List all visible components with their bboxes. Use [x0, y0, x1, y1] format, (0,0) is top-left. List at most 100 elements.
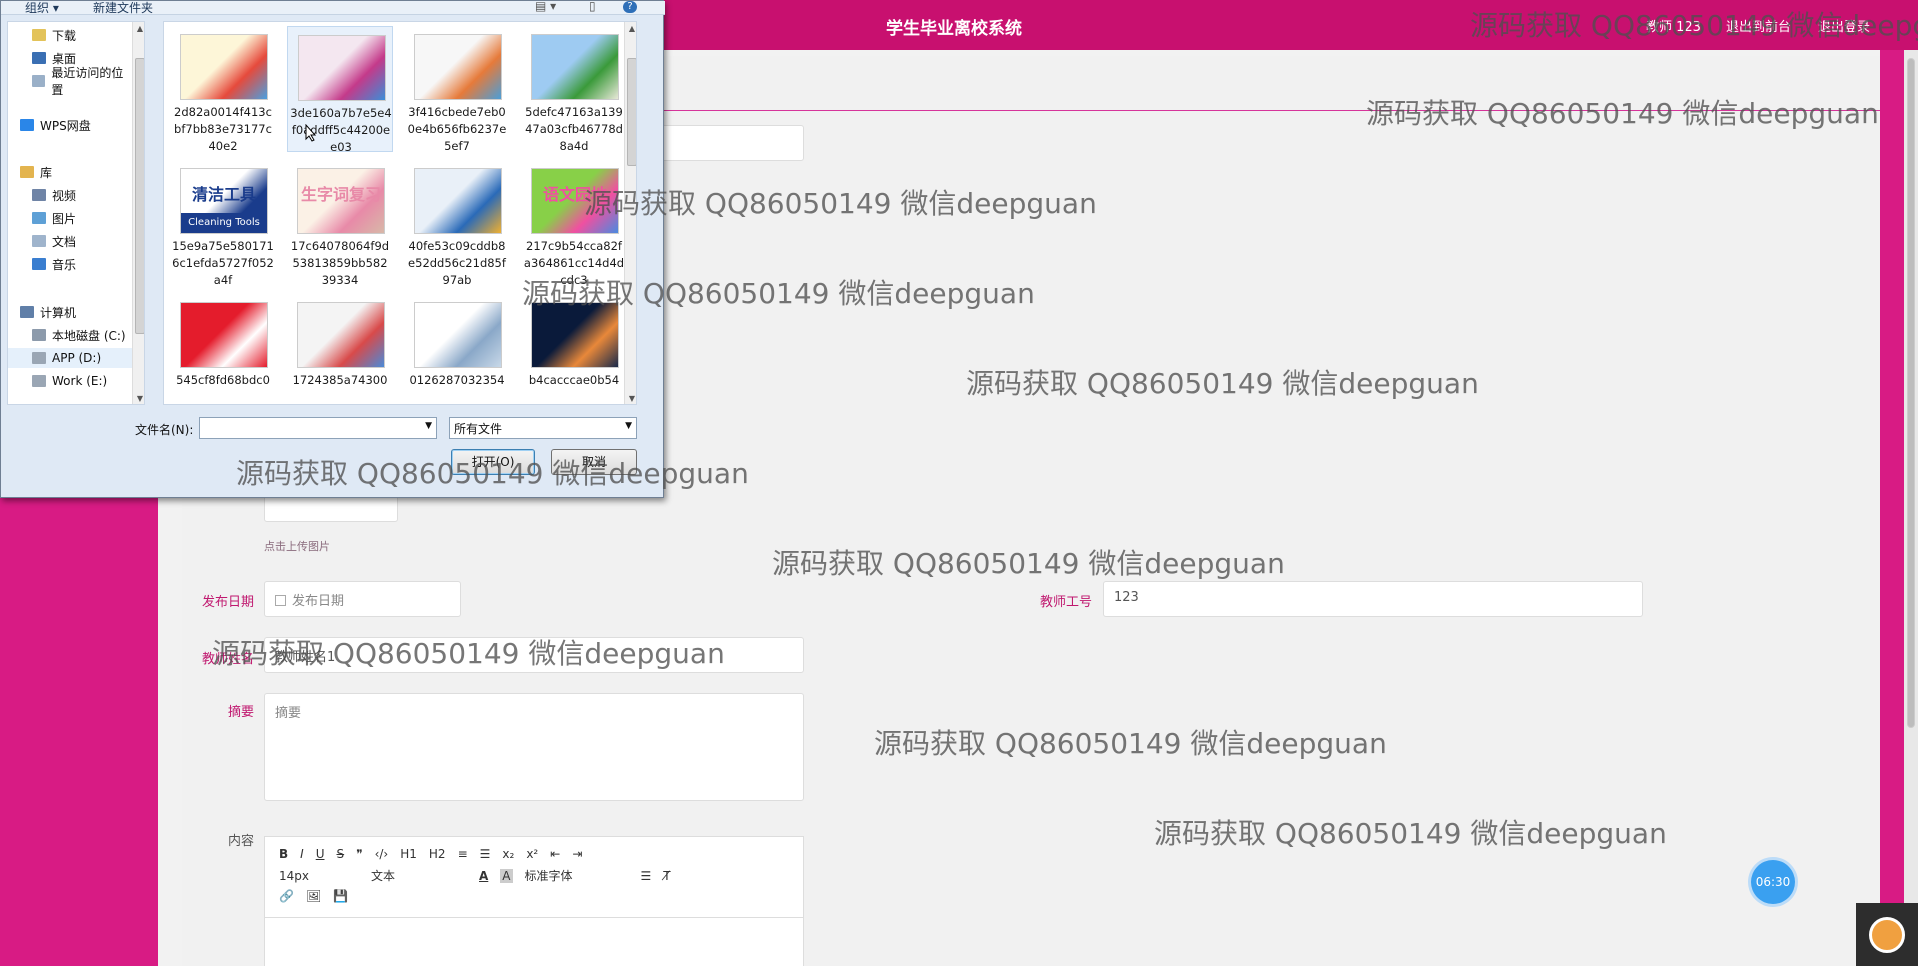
teacher-id-input[interactable]: 123 — [1103, 581, 1643, 617]
file-item[interactable]: 生字词复习 17c64078064f9d53813859bb58239334 — [287, 160, 393, 287]
view-options-icon[interactable]: ▤ ▾ — [535, 0, 556, 13]
filename-input[interactable]: ▼ — [199, 417, 437, 439]
bold-button[interactable]: B — [279, 847, 288, 861]
nav-item-label: 图片 — [52, 211, 77, 226]
nav-item-label: 最近访问的位置 — [51, 66, 124, 97]
block-type-select[interactable]: 文本 — [371, 867, 467, 884]
scroll-down-arrow[interactable]: ▼ — [133, 394, 144, 403]
nav-folder-icon — [20, 306, 34, 318]
image-icon[interactable]: 🖼 — [306, 889, 321, 903]
filetype-select[interactable]: 所有文件 ▼ — [449, 417, 637, 439]
help-icon[interactable]: ? — [623, 1, 637, 13]
filetype-dropdown-arrow[interactable]: ▼ — [625, 421, 632, 431]
nav-item-label: 本地磁盘 (C:) — [52, 328, 126, 343]
link-icon[interactable]: 🔗 — [279, 889, 294, 903]
scroll-up-arrow[interactable]: ▲ — [133, 24, 144, 33]
file-item[interactable]: 语文园地 217c9b54cca82fa364861cc14d4dcdc3 — [521, 160, 627, 287]
tray-app-icon[interactable] — [1856, 903, 1918, 966]
nav-item-6[interactable]: 图片 — [8, 208, 132, 228]
file-name: 3f416cbede7eb00e4b656fb6237e5ef7 — [407, 105, 507, 153]
nav-item-2[interactable]: 最近访问的位置 — [8, 66, 132, 97]
code-button[interactable]: ‹/› — [375, 847, 389, 861]
nav-folder-icon — [32, 352, 46, 364]
page-scrollbar-thumb[interactable] — [1907, 58, 1915, 728]
teacher-name-input[interactable]: 教师姓名1 — [264, 637, 804, 673]
file-item[interactable]: 3f416cbede7eb00e4b656fb6237e5ef7 — [404, 26, 510, 153]
mouse-cursor-icon — [305, 124, 317, 142]
publish-date-label: 发布日期 — [201, 595, 254, 610]
file-item[interactable]: 清洁工具 Cleaning Tools 15e9a75e5801716c1efda5… — [170, 160, 276, 287]
file-item[interactable]: 0126287032354 — [404, 294, 510, 404]
h2-button[interactable]: H2 — [429, 847, 446, 861]
upload-hint[interactable]: 点击上传图片 — [264, 538, 330, 554]
teacher-name-label: 教师姓名 — [201, 652, 254, 667]
clear-format-icon[interactable]: T̸ — [663, 869, 670, 883]
file-name: 217c9b54cca82fa364861cc14d4dcdc3 — [523, 239, 625, 287]
indent-button[interactable]: ⇥ — [572, 847, 582, 861]
bullet-list-button[interactable]: ☰ — [480, 847, 491, 861]
file-item[interactable]: 1724385a74300 — [287, 294, 393, 404]
editor-body[interactable] — [265, 917, 803, 966]
save-icon[interactable]: 💾 — [333, 889, 348, 903]
nav-folder-icon — [20, 166, 34, 178]
publish-date-input[interactable]: 发布日期 — [264, 581, 461, 617]
file-name: 2d82a0014f413cbf7bb83e73177c40e2 — [174, 105, 272, 153]
current-user: 教师 123 — [1646, 20, 1701, 35]
font-family-select[interactable]: 标准字体 — [525, 867, 629, 884]
font-size-select[interactable]: 14px — [279, 869, 359, 883]
align-icon[interactable]: ☰ — [641, 869, 652, 883]
strikethrough-button[interactable]: S — [337, 847, 345, 861]
ordered-list-button[interactable]: ≡ — [458, 847, 468, 861]
font-color-icon[interactable]: A — [479, 869, 488, 883]
back-to-front-link[interactable]: 退出到前台 — [1726, 16, 1791, 35]
nav-scrollbar-thumb[interactable] — [135, 58, 144, 334]
nav-scrollbar[interactable]: ▲ ▼ — [132, 22, 144, 404]
files-scrollbar-thumb[interactable] — [627, 58, 636, 166]
h1-button[interactable]: H1 — [400, 847, 417, 861]
new-folder-button[interactable]: 新建文件夹 — [93, 0, 153, 16]
nav-item-9[interactable]: 计算机 — [8, 302, 132, 322]
file-item[interactable]: 545cf8fd68bdc0 — [170, 294, 276, 404]
file-item[interactable]: 3de160a7b7e5e4f0addff5c44200ee03 — [287, 26, 393, 154]
nav-item-7[interactable]: 文档 — [8, 231, 132, 251]
nav-item-8[interactable]: 音乐 — [8, 254, 132, 274]
nav-item-3[interactable]: WPS网盘 — [8, 115, 132, 135]
file-item[interactable]: 40fe53c09cddb8e52dd56c21d85f97ab — [404, 160, 510, 287]
nav-item-0[interactable]: 下载 — [8, 25, 132, 45]
nav-item-10[interactable]: 本地磁盘 (C:) — [8, 325, 132, 345]
preview-pane-icon[interactable]: ▯ — [589, 0, 596, 13]
nav-item-4[interactable]: 库 — [8, 162, 132, 182]
nav-folder-icon — [32, 329, 46, 341]
file-name: 17c64078064f9d53813859bb58239334 — [290, 239, 390, 287]
italic-button[interactable]: I — [300, 847, 304, 861]
logout-link[interactable]: 退出登录 — [1818, 16, 1870, 35]
subscript-button[interactable]: x₂ — [502, 847, 514, 861]
file-item[interactable]: 2d82a0014f413cbf7bb83e73177c40e2 — [170, 26, 276, 153]
nav-folder-icon — [20, 119, 34, 131]
organize-menu[interactable]: 组织 ▾ — [25, 0, 59, 16]
file-item[interactable]: b4cacccae0b54 — [521, 294, 627, 404]
background-color-icon[interactable]: A — [500, 868, 513, 883]
summary-textarea[interactable]: 摘要 — [264, 693, 804, 801]
file-thumbnail-image — [180, 34, 268, 100]
filename-dropdown-arrow[interactable]: ▼ — [425, 421, 432, 431]
file-item[interactable]: 5defc47163a13947a03cfb46778d8a4d — [521, 26, 627, 153]
nav-item-5[interactable]: 视频 — [8, 185, 132, 205]
timer-bubble[interactable]: 06:30 — [1751, 860, 1795, 904]
nav-item-label: WPS网盘 — [40, 118, 91, 133]
nav-folder-icon — [32, 29, 46, 41]
nav-item-label: 视频 — [52, 188, 77, 203]
outdent-button[interactable]: ⇤ — [550, 847, 560, 861]
file-name: 5defc47163a13947a03cfb46778d8a4d — [525, 105, 623, 153]
app-title: 学生毕业离校系统 — [886, 19, 1022, 39]
underline-button[interactable]: U — [316, 847, 325, 861]
nav-item-12[interactable]: Work (E:) — [8, 371, 132, 391]
quote-button[interactable]: ❞ — [356, 847, 362, 861]
open-button[interactable]: 打开(O) — [451, 449, 535, 475]
superscript-button[interactable]: x² — [526, 847, 538, 861]
nav-item-11[interactable]: APP (D:) — [8, 348, 132, 368]
editor-toolbar-row2: 14px 文本 A A 标准字体 ☰ T̸ — [279, 867, 683, 884]
cancel-button[interactable]: 取消 — [551, 449, 637, 475]
page-scrollbar[interactable] — [1904, 50, 1918, 966]
file-thumbnail-image: 生字词复习 — [297, 168, 385, 234]
